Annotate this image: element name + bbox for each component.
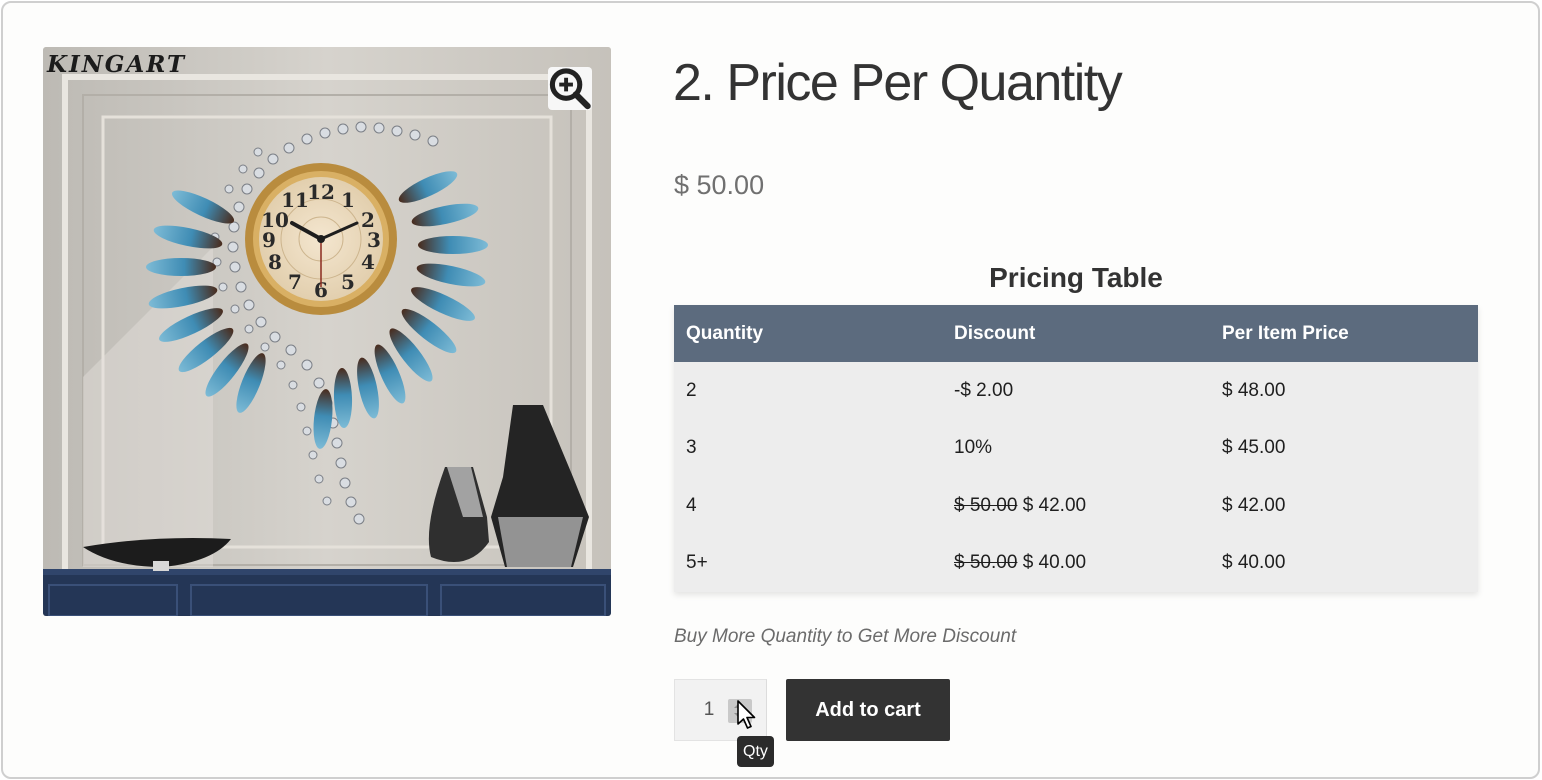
per-item-price-cell: $ 45.00 xyxy=(1222,437,1286,459)
quantity-cell: 4 xyxy=(686,494,697,516)
pricing-table: Quantity Discount Per Item Price 2 -$ 2.… xyxy=(674,305,1478,592)
discount-cell: -$ 2.00 xyxy=(942,362,1210,420)
svg-text:4: 4 xyxy=(361,250,375,274)
quantity-cell: 2 xyxy=(686,379,697,401)
svg-text:8: 8 xyxy=(268,250,282,274)
product-image[interactable]: 12 1 2 3 4 5 6 7 8 9 10 11 KINGART xyxy=(43,47,611,616)
mouse-cursor-icon xyxy=(737,700,756,729)
column-header-discount: Discount xyxy=(942,305,1210,362)
discounted-price: $ 42.00 xyxy=(1022,494,1087,516)
discount-note: Buy More Quantity to Get More Discount xyxy=(674,626,1017,647)
brand-watermark: KINGART xyxy=(47,51,187,78)
svg-text:3: 3 xyxy=(367,228,381,252)
discount-cell: $ 50.00 $ 42.00 xyxy=(942,477,1210,535)
pricing-table-header: Quantity Discount Per Item Price xyxy=(674,305,1478,362)
discounted-price: $ 40.00 xyxy=(1022,552,1087,574)
svg-text:12: 12 xyxy=(307,180,335,204)
product-price: $ 50.00 xyxy=(674,170,765,200)
original-price: $ 50.00 xyxy=(954,494,1018,516)
discount-value: -$ 2.00 xyxy=(954,379,1014,401)
zoom-in-icon xyxy=(549,68,591,110)
column-header-quantity: Quantity xyxy=(674,305,942,362)
wall-clock-photo: 12 1 2 3 4 5 6 7 8 9 10 11 xyxy=(43,47,611,616)
svg-text:7: 7 xyxy=(288,270,302,294)
add-to-cart-button[interactable]: Add to cart xyxy=(786,679,950,741)
page-frame: 12 1 2 3 4 5 6 7 8 9 10 11 KINGART 2. Pr… xyxy=(1,1,1540,779)
svg-text:11: 11 xyxy=(281,188,309,212)
discount-cell: $ 50.00 $ 40.00 xyxy=(942,535,1210,593)
original-price: $ 50.00 xyxy=(954,552,1018,574)
per-item-price-cell: $ 40.00 xyxy=(1222,552,1286,574)
table-row: 5+ $ 50.00 $ 40.00 $ 40.00 xyxy=(674,535,1478,593)
quantity-cell: 3 xyxy=(686,437,697,459)
svg-text:5: 5 xyxy=(341,270,355,294)
quantity-tooltip: Qty xyxy=(737,736,774,767)
per-item-price-cell: $ 48.00 xyxy=(1222,379,1286,401)
table-row: 4 $ 50.00 $ 42.00 $ 42.00 xyxy=(674,477,1478,535)
table-row: 3 10% $ 45.00 xyxy=(674,420,1478,478)
discount-cell: 10% xyxy=(942,420,1210,478)
svg-text:1: 1 xyxy=(341,188,355,212)
column-header-per-item-price: Per Item Price xyxy=(1210,305,1478,362)
table-row: 2 -$ 2.00 $ 48.00 xyxy=(674,362,1478,420)
quantity-cell: 5+ xyxy=(686,552,708,574)
zoom-button[interactable] xyxy=(548,67,592,110)
pricing-table-title: Pricing Table xyxy=(989,262,1163,293)
product-title: 2. Price Per Quantity xyxy=(673,54,1123,112)
per-item-price-cell: $ 42.00 xyxy=(1222,494,1286,516)
discount-value: 10% xyxy=(954,437,993,459)
